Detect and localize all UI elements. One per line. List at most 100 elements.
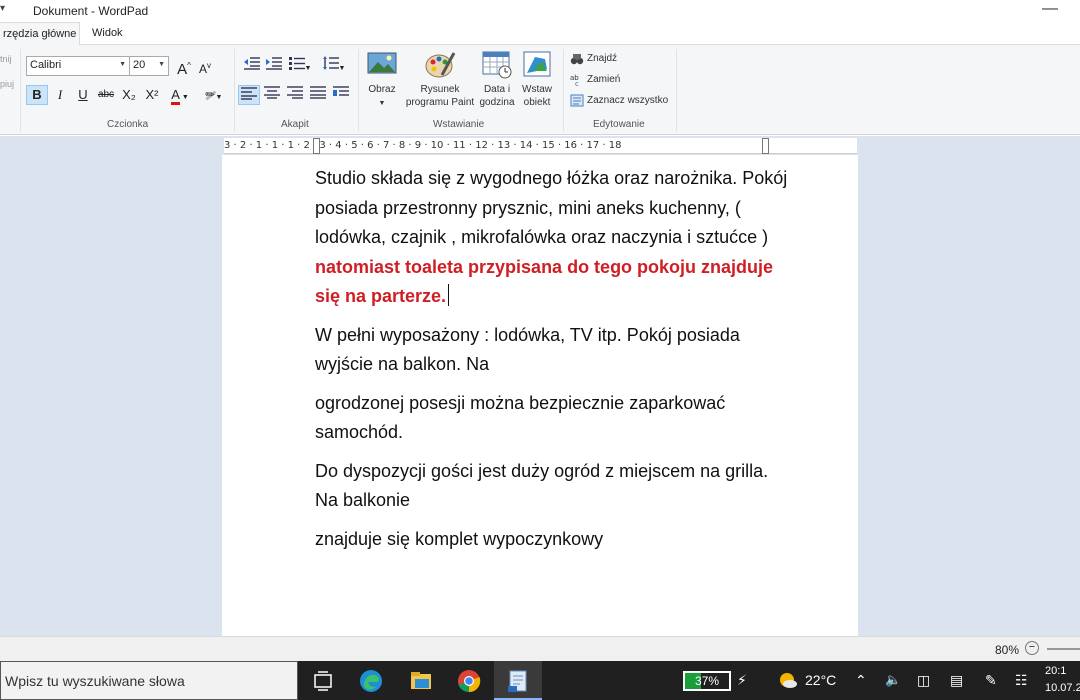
pen-icon[interactable]: ✎ [985, 672, 997, 689]
paint-drawing-button[interactable]: Rysunek programu Paint [403, 49, 477, 109]
chevron-down-icon: ▼ [158, 61, 165, 68]
chevron-down-icon: ▼ [304, 65, 312, 72]
font-group-label: Czcionka [107, 119, 149, 130]
keyboard-icon[interactable]: ▤ [950, 672, 963, 689]
quick-access-dropdown-icon[interactable]: ▾ [0, 3, 20, 19]
increase-indent-icon[interactable] [263, 56, 285, 76]
select-all-icon [570, 94, 584, 107]
paragraph-5: znajduje się komplet wypoczynkowy [315, 528, 604, 549]
replace-label: Zamień [587, 74, 621, 86]
align-center-button[interactable] [261, 85, 283, 105]
temperature[interactable]: 22°C [805, 672, 836, 688]
strikethrough-button[interactable]: abc [95, 85, 117, 105]
tab-view-label: Widok [92, 27, 123, 39]
calendar-clock-icon [481, 49, 513, 79]
document-text[interactable]: Studio składa się z wygodnego łóżka oraz… [315, 164, 795, 563]
italic-button[interactable]: I [49, 85, 71, 105]
tab-home[interactable]: rzędzia główne [0, 22, 80, 45]
subscript-button[interactable]: X₂ [118, 85, 140, 105]
underline-button[interactable]: U [72, 85, 94, 105]
chevron-down-icon: ▼ [378, 100, 386, 107]
datetime-label-line2: godzina [479, 97, 515, 108]
align-center-icon [264, 86, 280, 99]
find-button[interactable]: Znajdź [570, 52, 617, 68]
line-spacing-button[interactable]: ▼ [320, 56, 348, 76]
clock[interactable]: 20:1 10.07.2 [1045, 663, 1080, 697]
editing-group-label: Edytowanie [593, 119, 645, 130]
taskbar: Wpisz tu wyszukiwane słowa 37% ⚡ 22°C ⌃ … [0, 661, 1080, 700]
document-page[interactable]: Studio składa się z wygodnego łóżka oraz… [222, 155, 858, 636]
wordpad-taskbar-button[interactable] [494, 661, 542, 700]
copy-label[interactable]: piuj [0, 79, 14, 89]
insert-picture-button[interactable]: Obraz ▼ [364, 49, 400, 110]
replace-button[interactable]: ab c Zamień [570, 73, 620, 89]
task-view-icon[interactable] [310, 668, 336, 694]
clock-time: 20:1 [1045, 665, 1067, 677]
font-family-value: Calibri [30, 59, 62, 71]
language-icon[interactable]: ☷ [1015, 672, 1028, 689]
window-title: Dokument - WordPad [33, 4, 149, 18]
align-left-button[interactable] [238, 85, 260, 105]
object-label-line2: obiekt [523, 97, 551, 108]
font-color-letter: A [171, 87, 180, 105]
tab-home-label: rzędzia główne [3, 28, 77, 40]
bullet-list-button[interactable]: ▼ [286, 56, 314, 76]
chevron-down-icon: ▼ [338, 65, 346, 72]
insert-group-label: Wstawianie [433, 119, 485, 130]
object-label-line1: Wstaw [522, 84, 552, 95]
font-family-select[interactable]: Calibri ▼ [26, 56, 130, 76]
zoom-slider[interactable] [1047, 648, 1080, 650]
edge-browser-icon[interactable] [358, 668, 384, 694]
paragraph-settings-button[interactable] [330, 85, 352, 105]
font-size-select[interactable]: 20 ▼ [129, 56, 169, 76]
battery-indicator[interactable]: 37% [683, 671, 731, 691]
speaker-muted-icon[interactable]: 🔈 [885, 672, 901, 688]
taskbar-search-input[interactable]: Wpisz tu wyszukiwane słowa [0, 661, 298, 700]
paragraph-icon [333, 86, 349, 96]
paragraph-group-label: Akapit [281, 119, 309, 130]
left-indent-marker[interactable] [313, 138, 320, 154]
ruler[interactable]: 3 · 2 · 1 · 1 · 1 · 2 · 3 · 4 · 5 · 6 · … [224, 138, 857, 154]
ribbon: tnij piuj Calibri ▼ 20 ▼ A^ Av B I U abc… [0, 45, 1080, 135]
file-explorer-icon[interactable] [408, 668, 434, 694]
grow-font-button[interactable]: A^ [173, 56, 195, 78]
search-placeholder: Wpisz tu wyszukiwane słowa [5, 673, 185, 689]
tab-view[interactable]: Widok [92, 22, 123, 45]
highlight-color-button[interactable]: ✎ ▼ [198, 83, 226, 105]
paragraph-1-red-text: natomiast toaleta przypisana do tego pok… [315, 256, 774, 307]
font-size-value: 20 [133, 59, 146, 71]
zoom-out-button[interactable]: − [1025, 641, 1039, 655]
group-separator [20, 49, 21, 131]
minimize-button[interactable]: — [1042, 0, 1058, 18]
right-indent-marker[interactable] [762, 138, 769, 154]
insert-object-button[interactable]: Wstaw obiekt [518, 49, 556, 109]
datetime-label-line1: Data i [483, 84, 511, 95]
cut-label[interactable]: tnij [0, 54, 12, 64]
shrink-font-button[interactable]: Av [194, 56, 216, 76]
svg-text:c: c [575, 80, 579, 86]
title-bar: ▾ Dokument - WordPad — [0, 0, 1080, 22]
decrease-indent-icon[interactable] [241, 56, 263, 76]
chrome-browser-icon[interactable] [456, 668, 482, 694]
text-cursor [448, 284, 450, 306]
status-bar: 80% − [0, 636, 1080, 661]
date-time-button[interactable]: Data i godzina [477, 49, 517, 109]
select-all-button[interactable]: Zaznacz wszystko [570, 94, 668, 110]
find-label: Znajdź [587, 53, 618, 65]
select-all-label: Zaznacz wszystko [587, 95, 669, 107]
bold-button[interactable]: B [26, 85, 48, 105]
chevron-up-icon[interactable]: ⌃ [855, 672, 867, 689]
network-icon[interactable]: ◫ [917, 672, 930, 689]
object-icon [521, 49, 553, 79]
justify-button[interactable] [307, 85, 329, 105]
paragraph-4: Do dyspozycji gości jest duży ogród z mi… [315, 460, 769, 511]
plug-icon: ⚡ [737, 672, 747, 688]
paint-palette-icon [424, 49, 456, 79]
group-separator [358, 49, 359, 131]
weather-sun-icon[interactable] [776, 669, 798, 694]
superscript-button[interactable]: X² [141, 85, 163, 105]
group-separator [676, 49, 677, 131]
align-left-icon [241, 87, 257, 100]
font-color-button[interactable]: A ▼ [166, 85, 194, 105]
align-right-button[interactable] [284, 85, 306, 105]
